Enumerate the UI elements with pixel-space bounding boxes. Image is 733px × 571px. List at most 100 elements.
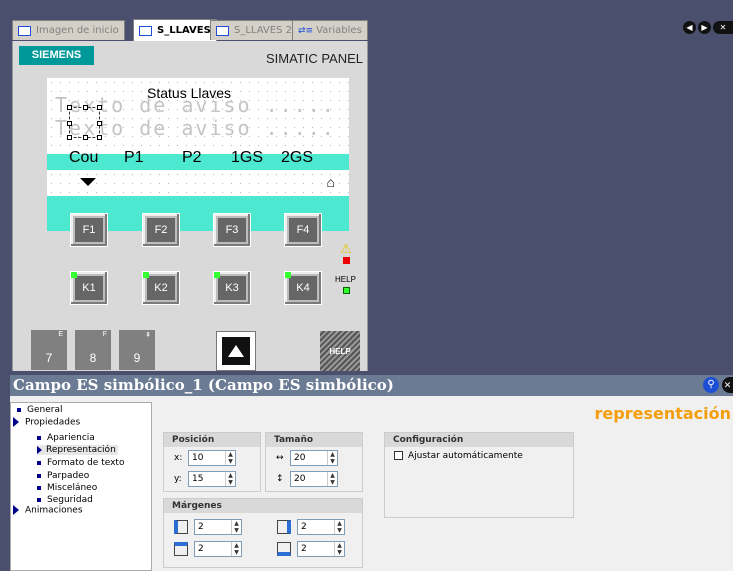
screen-icon [18,25,31,36]
tab-s-llaves[interactable]: S_LLAVES [133,19,217,41]
alarm-led-red [343,257,350,264]
tab-scroll-left-icon[interactable]: ◀ [683,21,696,34]
key-7[interactable]: E7 [31,330,67,370]
siemens-logo: SIEMENS [19,46,94,65]
spin-arrows-icon[interactable]: ▲ ▼ [327,472,337,486]
screen-icon [139,25,152,36]
screen-top-area: Texto de aviso ..... Texto de aviso ....… [47,78,349,154]
key-k2[interactable]: K2 [142,271,180,305]
tab-label: S_LLAVES [157,25,211,36]
section-label: representación [594,404,732,423]
bullet-icon [37,460,41,465]
resize-handle[interactable] [83,135,88,140]
column-header: Cou [69,149,99,166]
key-9[interactable]: ⇞ 9 [119,330,155,370]
bullet-icon [17,407,21,412]
tab-s-llaves-2[interactable]: S_LLAVES 2 [210,20,298,40]
key-led [285,272,291,278]
key-f4[interactable]: F4 [284,213,322,247]
hmi-panel: SIEMENS SIMATIC PANEL Texto de aviso ...… [12,41,368,371]
resize-handle[interactable] [83,105,88,110]
group-header: Tamaño [266,433,362,447]
help-key[interactable]: HELP [320,331,360,371]
margin-left-field[interactable]: 2 ▲ ▼ [174,519,242,535]
key-f2[interactable]: F2 [142,213,180,247]
key-8[interactable]: F8 [75,330,111,370]
margin-top-icon [174,542,188,556]
symbolic-io-field[interactable] [67,105,102,140]
margin-bottom-icon [277,542,291,556]
key-k4[interactable]: K4 [284,271,322,305]
spin-arrows-icon[interactable]: ▲ ▼ [225,451,235,465]
tree-item-representacion[interactable]: Representación [37,445,118,455]
resize-handle[interactable] [67,105,72,110]
key-k1[interactable]: K1 [70,271,108,305]
screen-icon [216,25,229,36]
position-x-field[interactable]: x: 10 ▲ ▼ [174,450,236,466]
key-f3[interactable]: F3 [213,213,251,247]
panel-model-label: SIMATIC PANEL [265,51,363,66]
key-led [71,272,77,278]
margin-top-field[interactable]: 2 ▲ ▼ [174,541,242,557]
selected-arrow-icon [37,445,42,454]
close-icon[interactable]: ✕ [722,377,733,393]
resize-handle[interactable] [97,135,102,140]
position-y-field[interactable]: y: 15 ▲ ▼ [174,471,236,487]
home-icon[interactable]: ⌂ [327,174,335,190]
expand-arrow-icon [13,505,19,515]
margin-bottom-field[interactable]: 2 ▲ ▼ [277,541,345,557]
key-led [214,272,220,278]
resize-handle[interactable] [67,135,72,140]
resize-handle[interactable] [97,121,102,126]
tree-item-formato-de-texto[interactable]: Formato de texto [37,458,124,468]
key-k3[interactable]: K3 [213,271,251,305]
bullet-icon [37,435,41,440]
position-group: Posición x: 10 ▲ ▼ y: 15 ▲ ▼ [163,432,261,492]
tree-item-miscelaneo[interactable]: Misceláneo [37,483,97,493]
tab-imagen-de-inicio[interactable]: Imagen de inicio [12,20,125,40]
spin-arrows-icon[interactable]: ▲ ▼ [327,451,337,465]
bullet-icon [37,473,41,478]
screen-bottom-area: ⌂ [47,170,349,196]
tab-scroll-right-icon[interactable]: ▶ [698,21,711,34]
expand-arrow-icon [13,417,19,427]
tree-item-seguridad[interactable]: Seguridad [37,495,93,505]
key-led [143,272,149,278]
tree-item-animaciones[interactable]: Animaciones [13,505,83,516]
tab-label: Imagen de inicio [36,25,119,36]
close-icon[interactable]: ✕ [713,21,733,34]
size-width-field[interactable]: ↔ 20 ▲ ▼ [276,450,338,466]
bullet-icon [37,497,41,502]
warning-icon: ⚠ [340,241,352,256]
tree-item-propiedades[interactable]: Propiedades [13,417,80,428]
margin-left-icon [174,520,188,534]
screen-title: Status Llaves [147,85,232,101]
column-header: 2GS [281,149,314,166]
checkbox-icon[interactable] [394,451,403,460]
variables-icon: ⇄≡ [298,25,314,36]
height-icon: ↕ [276,474,284,484]
key-up[interactable] [216,331,256,371]
tab-variables[interactable]: ⇄≡ Variables [292,20,368,40]
tree-item-general[interactable]: General [17,405,62,415]
arrow-down-icon[interactable] [80,178,96,186]
group-header: Márgenes [164,499,362,513]
tree-item-apariencia[interactable]: Apariencia [37,433,95,443]
spin-arrows-icon[interactable]: ▲ ▼ [334,542,344,556]
spin-arrows-icon[interactable]: ▲ ▼ [231,542,241,556]
tree-item-parpadeo[interactable]: Parpadeo [37,471,89,481]
help-icon[interactable]: ⚲ [703,377,719,393]
spin-arrows-icon[interactable]: ▲ ▼ [231,520,241,534]
size-height-field[interactable]: ↕ 20 ▲ ▼ [276,471,338,487]
spin-arrows-icon[interactable]: ▲ ▼ [225,472,235,486]
spin-arrows-icon[interactable]: ▲ ▼ [334,520,344,534]
hmi-screen: Texto de aviso ..... Texto de aviso ....… [47,78,349,231]
margin-right-field[interactable]: 2 ▲ ▼ [277,519,345,535]
resize-handle[interactable] [67,121,72,126]
auto-adjust-checkbox[interactable]: Ajustar automáticamente [394,451,523,461]
resize-handle[interactable] [97,105,102,110]
arrow-up-icon [228,345,244,357]
tab-label: Variables [316,25,362,36]
key-f1[interactable]: F1 [70,213,108,247]
help-led [343,287,350,294]
